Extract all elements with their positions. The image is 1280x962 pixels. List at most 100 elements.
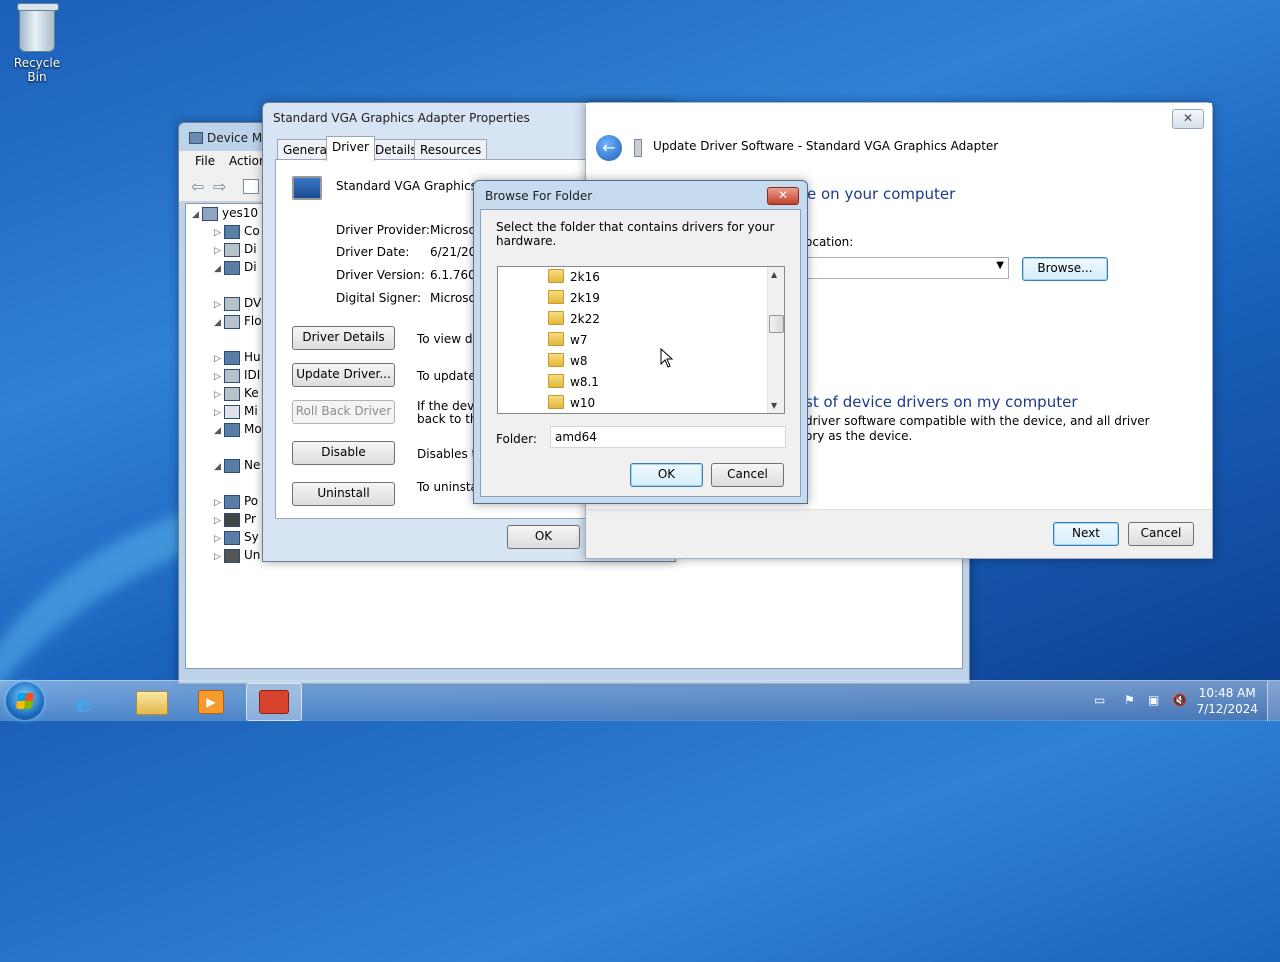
properties-icon[interactable] [243, 179, 259, 194]
roll-back-driver-button[interactable]: Roll Back Driver [292, 400, 395, 424]
update-driver-button[interactable]: Update Driver... [292, 363, 395, 387]
tree-item[interactable]: ▷ Ke [214, 386, 259, 404]
browse-cancel-button[interactable]: Cancel [711, 463, 784, 487]
pick-list-desc-2: ory as the device. [805, 429, 913, 443]
folder-field[interactable]: amd64 [550, 426, 786, 448]
network-icon[interactable]: ▣ [1148, 693, 1159, 707]
folder-scrollbar[interactable]: ▲ ▼ [767, 267, 784, 413]
pick-list-heading[interactable]: st of device drivers on my computer [805, 393, 1078, 411]
keyboard-icon[interactable]: ▭ [1094, 693, 1105, 707]
folder-tree[interactable]: 2k16 2k19 2k22 w7 w8 w8.1 w10 ▲ ▼ [497, 266, 785, 414]
tab-resources[interactable]: Resources [414, 139, 488, 160]
scroll-down-icon[interactable]: ▼ [771, 401, 777, 410]
properties-title: Standard VGA Graphics Adapter Properties [273, 111, 530, 125]
clock-date: 7/12/2024 [1196, 702, 1258, 716]
tree-item[interactable]: ▷ Co [214, 224, 260, 242]
tree-root[interactable]: ◢ yes10 [192, 206, 258, 224]
volume-muted-icon[interactable]: 🔇 [1172, 693, 1187, 707]
tree-item[interactable]: ▷ Sy [214, 530, 259, 548]
chevron-down-icon: ▼ [996, 260, 1004, 271]
start-button[interactable] [6, 682, 44, 720]
menu-file[interactable]: File [195, 154, 215, 168]
folder-icon [548, 269, 564, 283]
folder-item[interactable]: w8 [548, 351, 587, 371]
tree-item[interactable]: ▷ IDI [214, 368, 260, 386]
tree-item[interactable]: ◢ Di [214, 260, 257, 278]
tree-item[interactable]: ▷ Hu [214, 350, 261, 368]
browse-button[interactable]: Browse... [1022, 257, 1108, 281]
uninstall-button[interactable]: Uninstall [292, 482, 395, 506]
browse-dialog-body: Select the folder that contains drivers … [480, 209, 801, 497]
folder-icon [548, 353, 564, 367]
tree-item[interactable]: ▷ Po [214, 494, 258, 512]
driver-details-button[interactable]: Driver Details [292, 326, 395, 350]
search-option-heading: e on your computer [807, 185, 956, 203]
tab-driver[interactable]: Driver [326, 136, 375, 161]
back-icon[interactable]: ⇦ [191, 177, 204, 196]
folder-field-value: amd64 [555, 430, 597, 444]
internet-explorer-icon: e [76, 689, 92, 718]
browse-instruction: Select the folder that contains drivers … [496, 220, 775, 248]
menu-action[interactable]: Action [229, 154, 267, 168]
scroll-up-icon[interactable]: ▲ [771, 270, 777, 279]
folder-icon [548, 311, 564, 325]
back-arrow-icon[interactable]: ← [596, 135, 622, 161]
driver-version-label: Driver Version: [336, 268, 425, 282]
pick-list-desc-1: driver software compatible with the devi… [805, 414, 1150, 428]
folder-label: Folder: [496, 432, 537, 446]
browse-dialog-title: Browse For Folder [485, 189, 593, 203]
folder-icon [548, 332, 564, 346]
device-icon [634, 139, 642, 157]
disable-button[interactable]: Disable [292, 441, 395, 465]
wizard-footer: Next Cancel [586, 509, 1212, 558]
windows-explorer-icon [136, 691, 168, 715]
forward-icon[interactable]: ⇨ [213, 177, 226, 196]
action-center-flag-icon[interactable]: ⚑ [1124, 693, 1135, 707]
properties-ok-button[interactable]: OK [507, 525, 580, 549]
browse-for-folder-dialog[interactable]: Browse For Folder ✕ Select the folder th… [473, 180, 808, 504]
tree-item[interactable]: ◢ Ne [214, 458, 260, 476]
tree-item[interactable]: ◢ Mo [214, 422, 262, 440]
display-adapter-icon [292, 176, 322, 200]
windows-explorer-button[interactable] [124, 683, 178, 719]
folder-item[interactable]: w7 [548, 330, 587, 350]
tree-item[interactable]: ▷ Pr [214, 512, 256, 530]
media-player-button[interactable]: ▶ [184, 683, 238, 719]
folder-item[interactable]: 2k16 [548, 267, 600, 287]
close-icon[interactable]: ✕ [1172, 109, 1204, 129]
mouse-pointer-icon [660, 348, 674, 368]
wizard-title: Update Driver Software - Standard VGA Gr… [653, 139, 999, 153]
internet-explorer-button[interactable]: e [62, 683, 116, 719]
tree-item[interactable]: ▷ Di [214, 242, 257, 260]
digital-signer-label: Digital Signer: [336, 291, 422, 305]
recycle-bin-shortcut[interactable]: Recycle Bin [6, 3, 68, 84]
folder-item[interactable]: w8.1 [548, 372, 599, 392]
media-player-icon: ▶ [198, 690, 224, 714]
folder-item[interactable]: 2k19 [548, 288, 600, 308]
wizard-cancel-button[interactable]: Cancel [1128, 522, 1194, 546]
tree-item[interactable]: ▷ Un [214, 548, 260, 566]
next-button[interactable]: Next [1053, 522, 1119, 546]
device-manager-icon [259, 690, 289, 714]
device-manager-title: Device Ma [207, 131, 270, 145]
driver-provider-label: Driver Provider: [336, 223, 430, 237]
folder-icon [548, 374, 564, 388]
tree-item[interactable]: ▷ Mi [214, 404, 258, 422]
recycle-bin-icon [17, 3, 59, 52]
taskbar: e ▶ ▭ ⚑ ▣ 🔇 10:48 AM 7/12/2024 [0, 680, 1280, 721]
location-label: ocation: [805, 235, 854, 249]
recycle-bin-label: Recycle Bin [13, 56, 61, 84]
tree-item[interactable]: ▷ DV [214, 296, 261, 314]
folder-icon [548, 395, 564, 409]
location-combobox[interactable]: ▼ [802, 257, 1009, 279]
device-manager-taskbar-button[interactable] [246, 683, 302, 721]
show-desktop-button[interactable] [1267, 681, 1280, 721]
device-manager-app-icon [189, 132, 203, 144]
browse-ok-button[interactable]: OK [630, 463, 703, 487]
close-icon[interactable]: ✕ [767, 187, 799, 205]
folder-item[interactable]: w10 [548, 393, 595, 413]
clock[interactable]: 10:48 AM 7/12/2024 [1196, 685, 1258, 717]
folder-item[interactable]: 2k22 [548, 309, 600, 329]
scroll-thumb[interactable] [769, 315, 784, 333]
tree-item[interactable]: ◢ Flo [214, 314, 262, 332]
